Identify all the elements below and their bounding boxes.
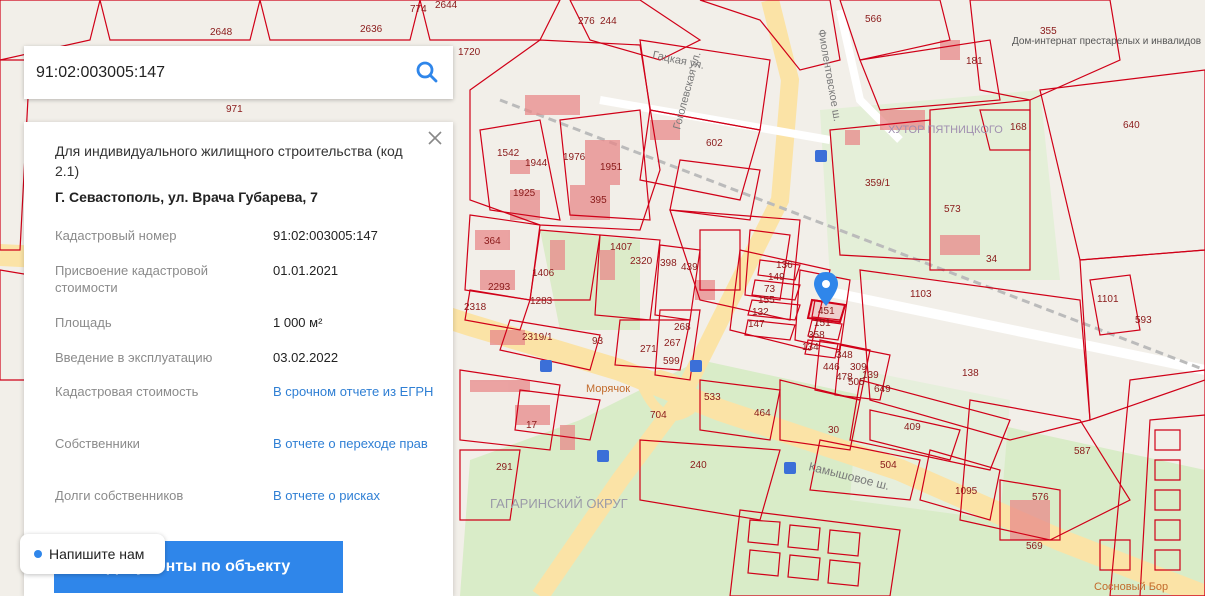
parcel-label: 1542 [497,148,520,159]
chat-widget-button[interactable]: Напишите нам [20,534,165,574]
parcel-label: 409 [904,422,921,433]
parcel-label: 1095 [955,486,978,497]
district-label: ХУТОР ПЯТНИЦКОГО [888,124,1003,136]
row-label: Собственники [55,436,140,451]
close-icon[interactable] [425,128,445,148]
parcel-label: 1925 [513,188,536,199]
object-info-panel: Для индивидуального жилищного строительс… [24,122,453,596]
row-label: Площадь [55,315,112,330]
parcel-label: 1103 [910,289,932,300]
parcel-label: 1951 [600,162,623,173]
search-input[interactable] [24,46,394,99]
parcel-label: 971 [226,104,243,115]
parcel-label: 364 [484,236,501,247]
parcel-label: 398 [660,258,677,269]
row-label: Кадастровый номер [55,228,177,243]
parcel-label: 2319/1 [522,332,553,343]
parcel-label: 168 [1010,122,1027,133]
row-label: Долги собственников [55,488,184,503]
parcel-label: 2648 [210,27,233,38]
parcel-label: 30 [828,425,840,436]
parcel-label: 1406 [532,268,555,279]
parcel-label: 573 [944,204,961,215]
parcel-label: 504 [880,460,897,471]
parcel-label: 271 [640,344,657,355]
parcel-label: 17 [526,420,538,431]
parcel-label: 640 [1123,120,1140,131]
risk-report-link[interactable]: В отчете о рисках [273,487,443,504]
parcel-label: 395 [590,195,607,206]
parcel-label: 132 [752,307,769,318]
parcel-label: 451 [818,306,835,317]
parcel-label: 1407 [610,242,633,253]
row-label: Введение в эксплуатацию [55,350,213,365]
parcel-label: 649 [874,384,891,395]
parcel-label: 147 [748,319,765,330]
poi-label: Сосновый Бор [1094,581,1168,593]
egrn-report-link[interactable]: В срочном отчете из ЕГРН [273,383,443,400]
parcel-label: 2636 [360,24,383,35]
parcel-label: 358 [808,330,825,341]
parcel-label: 439 [681,262,698,273]
parcel-label: 599 [663,356,680,367]
row-value: 91:02:003005:147 [273,228,378,243]
parcel-label: 704 [650,410,667,421]
online-dot-icon [34,550,42,558]
parcel-label: 1976 [563,152,586,163]
parcel-label: 155 [758,295,775,306]
parcel-label: 2644 [435,0,458,11]
row-value: 03.02.2022 [273,350,339,365]
parcel-label: 2318 [464,302,487,313]
row-label: Кадастровая стоимость [55,384,199,399]
parcel-label: 276 [578,16,595,27]
parcel-label: 566 [865,14,882,25]
parcel-label: 533 [704,392,721,403]
poi-label: Морячок [586,383,630,395]
parcel-label: 348 [836,350,853,361]
parcel-label: 1283 [530,296,553,307]
parcel-label: 576 [1032,492,1049,503]
parcel-label: 244 [600,16,617,27]
search-icon[interactable] [415,60,439,84]
parcel-label: 602 [706,138,723,149]
parcel-label: 240 [690,460,707,471]
parcel-label: 587 [1074,446,1091,457]
parcel-label: 2293 [488,282,511,293]
parcel-label: 291 [496,462,513,473]
parcel-label: 73 [764,284,776,295]
object-purpose: Для индивидуального жилищного строительс… [55,143,403,179]
parcel-label: 1720 [458,47,481,58]
parcel-label: 1101 [1097,294,1119,305]
object-address: Г. Севастополь, ул. Врача Губарева, 7 [55,189,318,205]
parcel-label: 134 [802,342,819,353]
parcel-label: 136 [776,260,793,271]
row-value: 01.01.2021 [273,263,339,278]
parcel-label: 149 [768,272,785,283]
parcel-label: 139 [862,370,879,381]
poi-label: Дом-интернат престарелых и инвалидов [1012,36,1201,47]
search-bar [24,46,453,99]
rights-transfer-report-link[interactable]: В отчете о переходе прав [273,435,443,452]
parcel-label: 359/1 [865,178,890,189]
parcel-label: 593 [1135,315,1152,326]
parcel-label: 569 [1026,541,1043,552]
parcel-label: 93 [592,336,604,347]
parcel-label: 2320 [630,256,653,267]
row-label: Присвоение кадастровой стоимости [55,263,209,295]
parcel-label: 34 [986,254,998,265]
parcel-label: 464 [754,408,771,419]
parcel-label: 774 [410,4,427,15]
parcel-label: 181 [966,56,983,67]
district-label: ГАГАРИНСКИЙ ОКРУГ [490,496,628,511]
parcel-label: 1944 [525,158,548,169]
parcel-label: 151 [814,318,831,329]
parcel-label: 267 [664,338,681,349]
row-value: 1 000 м² [273,315,323,330]
chat-label: Напишите нам [49,546,145,562]
parcel-label: 268 [674,322,691,333]
parcel-label: 138 [962,368,979,379]
